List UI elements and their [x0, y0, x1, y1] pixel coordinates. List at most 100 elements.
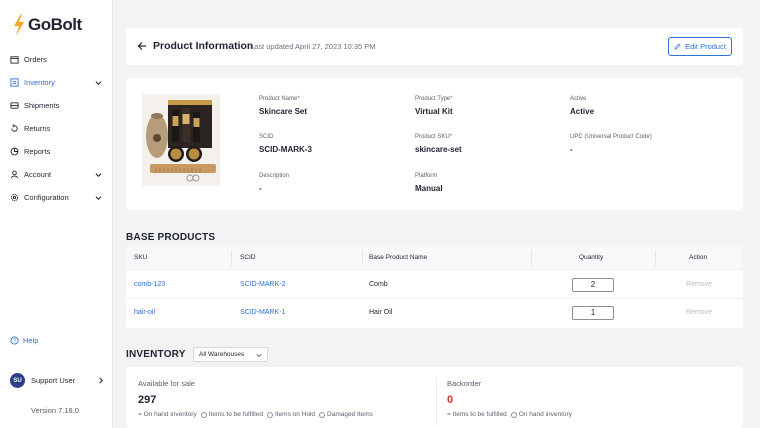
- scid-link[interactable]: SCID-MARK-1: [240, 309, 286, 316]
- divider: [436, 377, 437, 425]
- column-header-name: Base Product Name: [369, 254, 428, 261]
- sidebar-item-label: Account: [24, 170, 52, 179]
- table-row: hair-oil SCID-MARK-1 Hair Oil 1 Remove: [126, 299, 743, 327]
- person-icon: [10, 170, 19, 179]
- scid-field: SCID SCID-MARK-3: [259, 134, 312, 154]
- warehouse-select[interactable]: All Warehouses: [193, 347, 268, 362]
- sidebar-item-label: Returns: [24, 124, 51, 133]
- page-title: Product Information: [153, 40, 254, 52]
- backorder-legend: = Items to be fulfilled On hand inventor…: [447, 411, 572, 418]
- chevron-down-icon[interactable]: [95, 171, 102, 178]
- sidebar-item-account[interactable]: Account: [0, 163, 113, 186]
- sidebar-item-label: Inventory: [24, 78, 55, 87]
- user-menu[interactable]: SU Support User: [10, 373, 104, 388]
- chevron-right-icon: [97, 377, 104, 384]
- gear-icon: [10, 193, 19, 202]
- back-arrow-icon[interactable]: [137, 41, 147, 51]
- minus-circle-icon: [510, 411, 517, 418]
- minus-circle-icon: [266, 411, 273, 418]
- brand-name: GoBolt: [28, 15, 82, 34]
- product-image: [142, 94, 220, 186]
- backorder: Backorder 0 = Items to be fulfilled On h…: [447, 379, 572, 418]
- product-info-card: Product Name* Skincare Set Product Type*…: [126, 78, 743, 210]
- box-icon: [10, 55, 19, 64]
- upc-field: UPC (Universal Product Code) -: [570, 134, 652, 154]
- sidebar-item-inventory[interactable]: Inventory: [0, 71, 113, 94]
- available-for-sale: Available for sale 297 = On hand invento…: [138, 379, 373, 418]
- edit-product-button[interactable]: Edit Product: [668, 37, 732, 56]
- sidebar-item-label: Reports: [24, 147, 51, 156]
- chevron-down-icon[interactable]: [95, 194, 102, 201]
- required-marker: *: [450, 96, 453, 102]
- base-product-name: Hair Oil: [369, 309, 393, 316]
- remove-button[interactable]: Remove: [686, 309, 712, 316]
- product-sku-value: skincare-set: [415, 145, 462, 154]
- bolt-icon: [14, 14, 24, 36]
- page-header: Product Information Last updated April 2…: [126, 28, 743, 65]
- legend-item: On hand inventory: [510, 411, 572, 418]
- product-sku-field: Product SKU* skincare-set: [415, 134, 462, 154]
- minus-circle-icon: [319, 411, 326, 418]
- sidebar-item-label: Orders: [24, 55, 47, 64]
- platform-label: Platform: [415, 173, 438, 179]
- sidebar-nav: Orders Inventory Shipments Returns Repor…: [0, 48, 113, 209]
- table-row: comb-123 SCID-MARK-2 Comb 2 Remove: [126, 271, 743, 299]
- truck-icon: [10, 101, 19, 110]
- help-link[interactable]: ? Help: [10, 336, 38, 345]
- legend-text: Items on Hold: [274, 411, 316, 418]
- legend-item: Damaged Items: [319, 411, 373, 418]
- quantity-input[interactable]: 1: [572, 306, 614, 320]
- legend-text: On hand inventory: [518, 411, 572, 418]
- product-type-value: Virtual Kit: [415, 107, 453, 116]
- required-marker: *: [449, 134, 453, 140]
- warehouse-select-value: All Warehouses: [199, 351, 245, 358]
- avatar: SU: [10, 373, 25, 388]
- column-divider: [531, 250, 532, 266]
- legend-item: Items on Hold: [266, 411, 316, 418]
- column-header-scid: SCID: [240, 254, 256, 261]
- sidebar-item-configuration[interactable]: Configuration: [0, 186, 113, 209]
- base-product-name: Comb: [369, 281, 388, 288]
- legend-text: Items to be fulfilled: [208, 411, 263, 418]
- sidebar-item-returns[interactable]: Returns: [0, 117, 113, 140]
- minus-circle-icon: [200, 411, 207, 418]
- available-legend: = On hand inventory Items to be fulfille…: [138, 411, 373, 418]
- legend-item: = On hand inventory: [138, 411, 197, 418]
- scid-link[interactable]: SCID-MARK-2: [240, 281, 286, 288]
- sidebar-item-orders[interactable]: Orders: [0, 48, 113, 71]
- column-header-action: Action: [689, 254, 708, 261]
- backorder-value: 0: [447, 394, 454, 406]
- active-field: Active Active: [570, 96, 594, 116]
- description-value: -: [259, 184, 262, 193]
- sidebar-item-shipments[interactable]: Shipments: [0, 94, 113, 117]
- platform-field: Platform Manual: [415, 173, 443, 193]
- help-icon: ?: [10, 336, 19, 345]
- sku-link[interactable]: hair-oil: [134, 309, 155, 316]
- column-header-quantity: Quantity: [579, 254, 604, 261]
- app-version: Version 7.18.0: [31, 406, 79, 415]
- sku-link[interactable]: comb-123: [134, 281, 165, 288]
- base-products-table: SKU SCID Base Product Name Quantity Acti…: [126, 246, 743, 328]
- quantity-input[interactable]: 2: [572, 278, 614, 292]
- column-divider: [362, 250, 363, 266]
- brand-logo[interactable]: GoBolt: [12, 14, 82, 36]
- chevron-down-icon[interactable]: [95, 79, 102, 86]
- sidebar: GoBolt Orders Inventory Shipments Return…: [0, 0, 113, 428]
- report-icon: [10, 147, 19, 156]
- legend-text: Damaged Items: [327, 411, 373, 418]
- scid-value: SCID-MARK-3: [259, 145, 312, 154]
- chevron-down-icon: [256, 352, 262, 358]
- description-label: Description: [259, 173, 290, 179]
- available-label: Available for sale: [138, 379, 195, 388]
- remove-button[interactable]: Remove: [686, 281, 712, 288]
- sidebar-item-label: Configuration: [24, 193, 69, 202]
- upc-label: UPC (Universal Product Code): [570, 134, 652, 140]
- product-name-field: Product Name* Skincare Set: [259, 96, 307, 116]
- pencil-icon: [674, 43, 681, 50]
- legend-item: Items to be fulfilled: [200, 411, 263, 418]
- last-updated: Last updated April 27, 2023 10:35 PM: [250, 42, 376, 51]
- sidebar-item-reports[interactable]: Reports: [0, 140, 113, 163]
- legend-text: = Items to be fulfilled: [447, 411, 507, 418]
- available-value: 297: [138, 394, 157, 406]
- legend-text: = On hand inventory: [138, 411, 197, 418]
